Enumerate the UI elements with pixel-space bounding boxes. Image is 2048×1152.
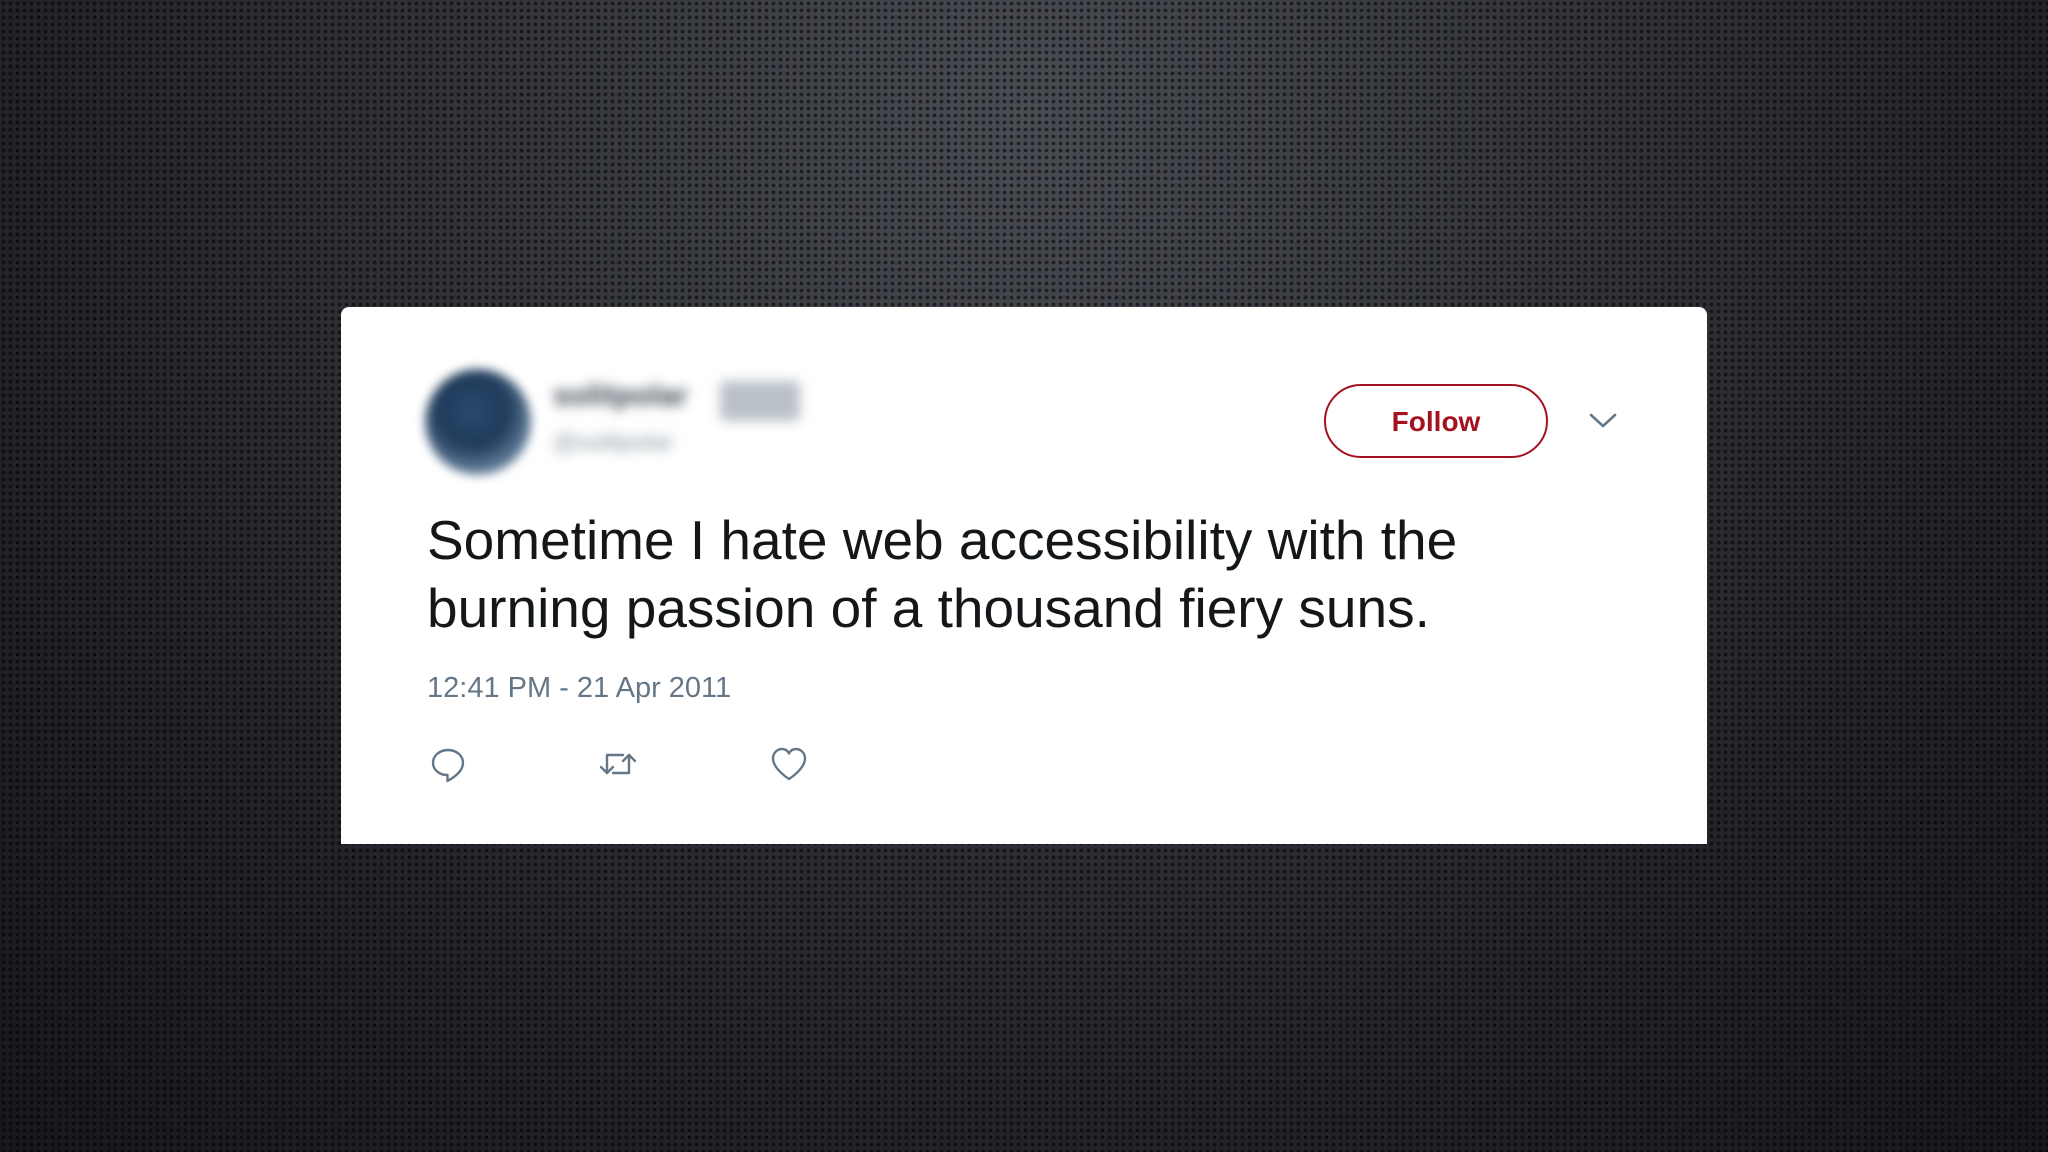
avatar[interactable]: [425, 369, 531, 475]
user-badge: [720, 380, 801, 421]
retweet-icon: [599, 753, 637, 775]
tweet-card: solitpolar @solitpolar Follow Sometime I…: [341, 307, 1707, 844]
reply-icon: [431, 748, 465, 783]
timestamp[interactable]: 12:41 PM - 21 Apr 2011: [427, 672, 731, 705]
heart-icon: [771, 747, 807, 781]
user-info[interactable]: solitpolar @solitpolar: [553, 379, 801, 457]
user-handle[interactable]: @solitpolar: [553, 429, 800, 457]
reply-button[interactable]: [427, 743, 469, 785]
tweet-actions: [427, 743, 847, 787]
like-button[interactable]: [768, 743, 810, 785]
tweet-text: Sometime I hate web accessibility with t…: [427, 509, 1458, 639]
slide-background: solitpolar @solitpolar Follow Sometime I…: [0, 0, 2048, 1152]
chevron-down-icon[interactable]: [1588, 410, 1618, 430]
retweet-button[interactable]: [597, 743, 639, 785]
user-name[interactable]: solitpolar: [553, 379, 688, 413]
follow-button[interactable]: Follow: [1324, 384, 1548, 458]
